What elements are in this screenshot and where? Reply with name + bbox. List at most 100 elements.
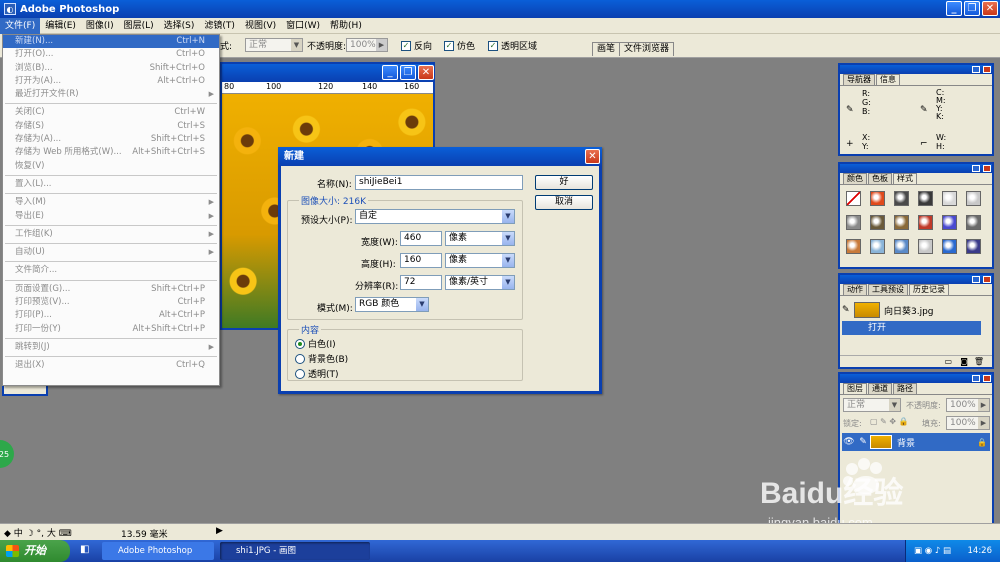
tab-color[interactable]: 颜色 (843, 173, 867, 184)
doc-minimize-button[interactable]: _ (382, 65, 398, 80)
ime-toolbar[interactable]: ◆ 中 ☽ °, 大 ⌨ (4, 526, 72, 539)
panel-close-button[interactable] (983, 375, 991, 382)
panel-minimize-button[interactable] (972, 165, 980, 172)
file-menu-item[interactable]: 自动(U) ▶ (3, 246, 219, 259)
contents-background-radio[interactable]: 背景色(B) (295, 352, 348, 365)
contents-transparent-radio[interactable]: 透明(T) (295, 367, 339, 380)
doc-close-button[interactable]: ✕ (418, 65, 434, 80)
maximize-button[interactable]: ❐ (964, 1, 980, 16)
mode-select[interactable]: 正常 ▼ (245, 38, 303, 52)
menu-filter[interactable]: 滤镜(T) (199, 18, 240, 34)
tab-styles[interactable]: 样式 (893, 173, 917, 184)
tab-actions[interactable]: 动作 (843, 284, 867, 295)
menu-window[interactable]: 窗口(W) (281, 18, 325, 34)
style-swatch[interactable] (846, 239, 861, 254)
file-menu-item[interactable]: 跳转到(J) ▶ (3, 341, 219, 354)
close-button[interactable]: ✕ (982, 1, 998, 16)
task-photoshop[interactable]: Adobe Photoshop (102, 542, 214, 560)
well-brushes[interactable]: 画笔 (592, 42, 621, 56)
name-input[interactable]: shiJieBei1 (355, 175, 523, 190)
style-swatch[interactable] (870, 239, 885, 254)
color-mode-select[interactable]: RGB 颜色 ▼ (355, 297, 429, 312)
file-menu-item[interactable]: 打印(P)... Alt+Ctrl+P (3, 309, 219, 322)
history-snapshot[interactable]: ✎ 向日葵3.jpg (842, 300, 990, 320)
menu-layer[interactable]: 图层(L) (119, 18, 159, 34)
dither-checkbox[interactable]: ✓ 仿色 (444, 39, 475, 52)
file-menu-item[interactable]: 置入(L)... (3, 178, 219, 191)
tab-navigator[interactable]: 导航器 (843, 74, 875, 85)
quick-launch-icon[interactable]: ◧ (80, 544, 89, 555)
task-paint[interactable]: shi1.JPG - 画图 (220, 542, 370, 560)
file-menu-item[interactable]: 关闭(C) Ctrl+W (3, 106, 219, 119)
style-swatch[interactable] (942, 215, 957, 230)
history-state-open[interactable]: 打开 (842, 321, 981, 335)
doc-maximize-button[interactable]: ❐ (400, 65, 416, 80)
start-button[interactable]: 开始 (0, 540, 70, 562)
tray-icons[interactable]: ▣ ◉ ♪ ▤ (914, 540, 951, 562)
file-menu-item[interactable]: 打开为(A)... Alt+Ctrl+O (3, 75, 219, 88)
panel-close-button[interactable] (983, 66, 991, 73)
tab-swatches[interactable]: 色板 (868, 173, 892, 184)
panel-close-button[interactable] (983, 165, 991, 172)
tab-history[interactable]: 历史记录 (909, 284, 949, 295)
panel-close-button[interactable] (983, 276, 991, 283)
style-swatch[interactable] (966, 191, 981, 206)
height-input[interactable]: 160 (400, 253, 442, 268)
width-input[interactable]: 460 (400, 231, 442, 246)
file-menu-item[interactable]: 新建(N)... Ctrl+N (3, 35, 219, 49)
preset-select[interactable]: 自定 ▼ (355, 209, 515, 224)
tab-channels[interactable]: 通道 (868, 383, 892, 394)
menu-help[interactable]: 帮助(H) (325, 18, 367, 34)
panel-minimize-button[interactable] (972, 276, 980, 283)
style-swatch[interactable] (918, 215, 933, 230)
transparency-checkbox[interactable]: ✓ 透明区域 (488, 39, 537, 52)
style-swatch[interactable] (846, 191, 861, 206)
trash-icon[interactable]: 🗑 (974, 357, 984, 366)
well-file-browser[interactable]: 文件浏览器 (619, 42, 675, 56)
file-menu-item[interactable]: 浏览(B)... Shift+Ctrl+O (3, 62, 219, 75)
file-menu-item[interactable]: 工作组(K) ▶ (3, 228, 219, 241)
menu-edit[interactable]: 编辑(E) (40, 18, 81, 34)
panel-minimize-button[interactable] (972, 66, 980, 73)
tab-tool-presets[interactable]: 工具预设 (868, 284, 908, 295)
tab-info[interactable]: 信息 (876, 74, 900, 85)
cancel-button[interactable]: 取消 (535, 195, 593, 210)
style-swatch[interactable] (918, 239, 933, 254)
style-swatch[interactable] (966, 215, 981, 230)
blend-mode-select[interactable]: 正常 ▼ (843, 398, 901, 412)
file-menu-item[interactable]: 存储为(A)... Shift+Ctrl+S (3, 133, 219, 146)
layer-row-background[interactable]: 👁 ✎ 背景 🔒 (842, 433, 990, 451)
eye-icon[interactable]: 👁 (842, 437, 856, 447)
panel-minimize-button[interactable] (972, 375, 980, 382)
menu-view[interactable]: 视图(V) (240, 18, 281, 34)
height-unit-select[interactable]: 像素 ▼ (445, 253, 515, 268)
reverse-checkbox[interactable]: ✓ 反向 (401, 39, 432, 52)
style-swatch[interactable] (894, 191, 909, 206)
contents-white-radio[interactable]: 白色(I) (295, 337, 336, 350)
file-menu-item[interactable]: 文件简介... (3, 264, 219, 277)
menu-file[interactable]: 文件(F) (0, 17, 41, 34)
style-swatch[interactable] (942, 191, 957, 206)
tab-layers[interactable]: 图层 (843, 383, 867, 394)
file-menu-item[interactable]: 存储(S) Ctrl+S (3, 120, 219, 133)
file-menu-item[interactable]: 恢复(V) (3, 160, 219, 173)
style-swatch[interactable] (942, 239, 957, 254)
fill-input[interactable]: 100% ▶ (946, 416, 990, 430)
lock-icons[interactable]: ▢ ✎ ✥ 🔒 (870, 417, 909, 426)
file-menu-item[interactable]: 打印一份(Y) Alt+Shift+Ctrl+P (3, 323, 219, 336)
style-swatch[interactable] (870, 191, 885, 206)
file-menu-item[interactable]: 退出(X) Ctrl+Q (3, 359, 219, 372)
camera-icon[interactable]: ◙ (960, 357, 968, 366)
minimize-button[interactable]: _ (946, 1, 962, 16)
resolution-unit-select[interactable]: 像素/英寸 ▼ (445, 275, 515, 290)
tab-paths[interactable]: 路径 (893, 383, 917, 394)
file-menu-item[interactable]: 导出(E) ▶ (3, 210, 219, 223)
style-swatch[interactable] (846, 215, 861, 230)
style-swatch[interactable] (966, 239, 981, 254)
style-swatch[interactable] (894, 215, 909, 230)
dialog-close-button[interactable]: ✕ (585, 149, 600, 164)
menu-select[interactable]: 选择(S) (159, 18, 200, 34)
status-arrow-icon[interactable]: ▶ (216, 526, 223, 536)
file-menu-item[interactable]: 存储为 Web 所用格式(W)... Alt+Shift+Ctrl+S (3, 146, 219, 159)
width-unit-select[interactable]: 像素 ▼ (445, 231, 515, 246)
